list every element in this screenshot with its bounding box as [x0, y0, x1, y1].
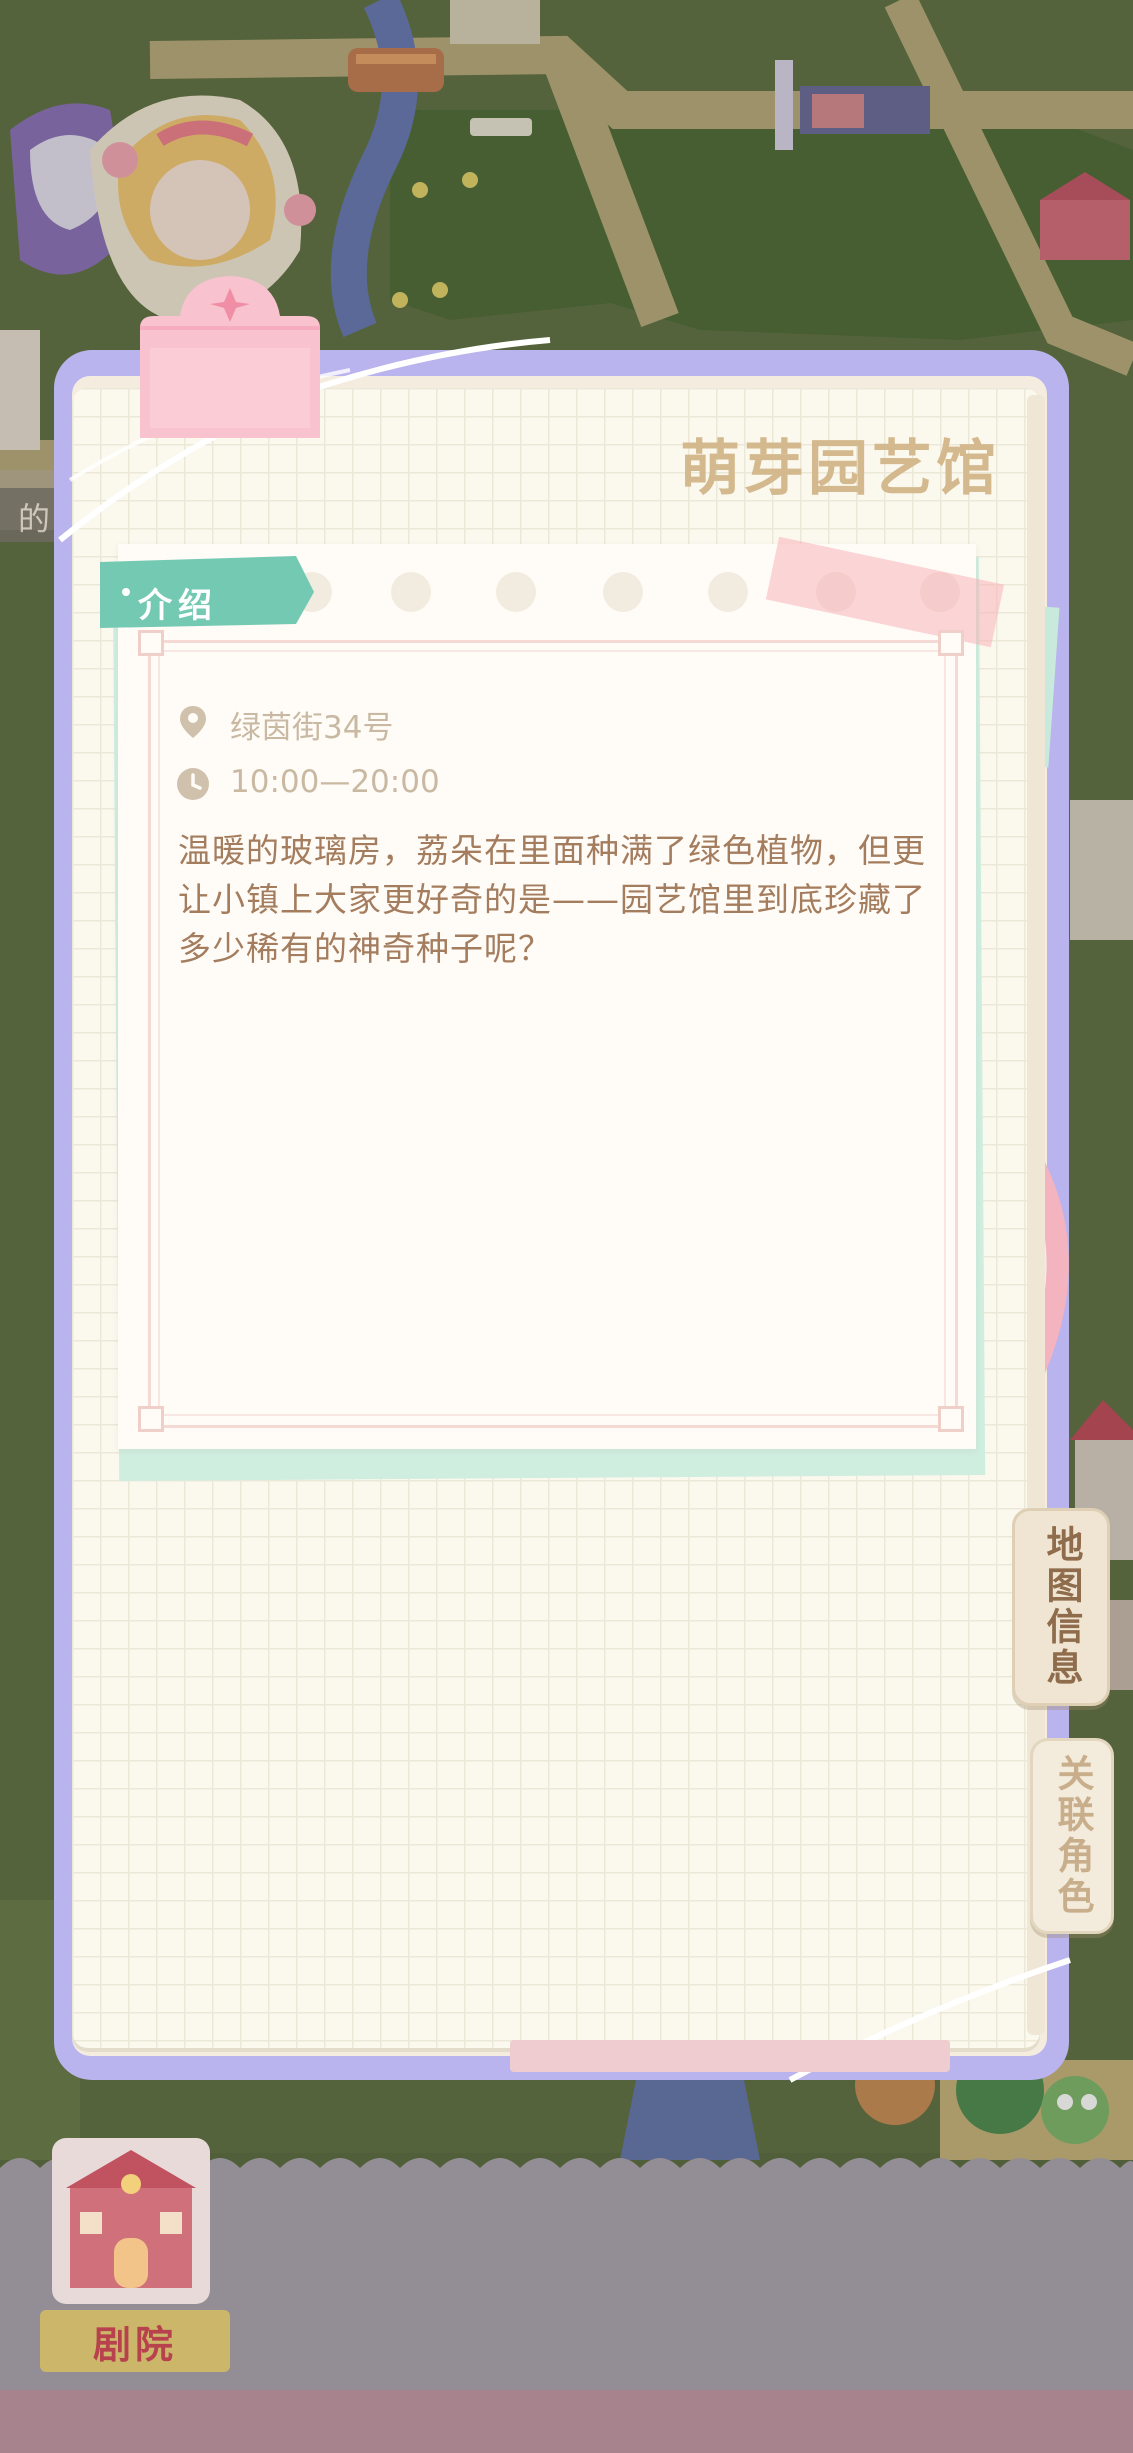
frame-corner [938, 630, 964, 656]
building-title: 萌芽园艺馆 [680, 434, 1000, 504]
location-pin-icon [180, 706, 206, 738]
punch-hole [391, 572, 431, 612]
building-description: 温暖的玻璃房，荔朵在里面种满了绿色植物，但更让小镇上大家更好奇的是——园艺馆里到… [178, 831, 926, 968]
opening-hours-text: 10:00—20:00 [230, 764, 440, 800]
clock-icon [177, 768, 209, 800]
punch-hole [603, 572, 643, 612]
map-side-label-text: 的 [18, 500, 51, 538]
intro-tab-label: 介绍 [138, 586, 218, 626]
bottom-tape [510, 2040, 950, 2072]
address-text: 绿茵街34号 [230, 710, 394, 746]
theater-building-icon[interactable] [46, 2128, 216, 2308]
theater-label-text: 剧院 [92, 2322, 177, 2367]
punch-hole [496, 572, 536, 612]
frame-corner [938, 1406, 964, 1432]
frame-corner [138, 1406, 164, 1432]
punch-hole [708, 572, 748, 612]
bottom-pink-strip [0, 2390, 1133, 2453]
theater-label[interactable]: 剧院 [40, 2310, 230, 2372]
tab-map-info-label: 地图信息 [1040, 1525, 1083, 1689]
tab-map-info[interactable]: 地图信息 [1012, 1508, 1110, 1706]
pink-clip [140, 276, 320, 438]
tab-related-roles[interactable]: 关联角色 [1030, 1738, 1114, 1934]
frame-corner [138, 630, 164, 656]
tab-related-roles-label: 关联角色 [1051, 1754, 1094, 1918]
